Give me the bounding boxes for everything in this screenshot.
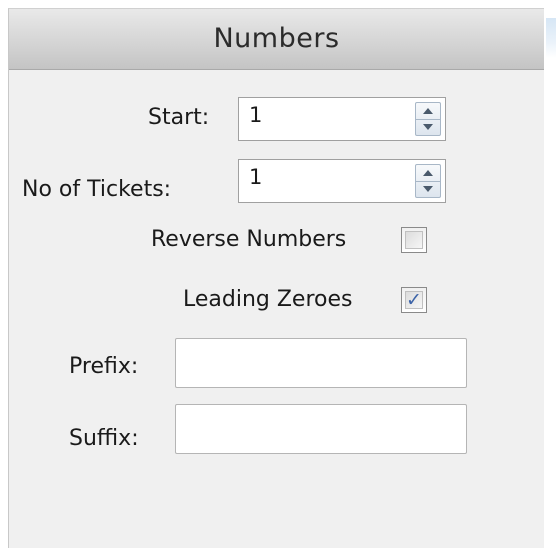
- prefix-input[interactable]: [175, 338, 467, 388]
- reverse-numbers-checkbox[interactable]: [401, 227, 427, 253]
- leading-zeroes-label: Leading Zeroes: [183, 287, 353, 312]
- window-edge-highlight: [546, 18, 556, 58]
- suffix-input[interactable]: [175, 404, 467, 454]
- spin-down-icon[interactable]: [423, 124, 433, 130]
- start-spinbox[interactable]: 1: [238, 97, 446, 141]
- start-spin-buttons[interactable]: [415, 102, 441, 136]
- no-of-tickets-spin-buttons[interactable]: [415, 164, 441, 198]
- spin-up-icon[interactable]: [423, 108, 433, 114]
- leading-zeroes-checkbox[interactable]: ✓: [401, 287, 427, 313]
- numbers-panel: Numbers Start: 1 No of Tickets: 1 Revers…: [8, 8, 544, 548]
- spin-divider: [416, 181, 440, 182]
- no-of-tickets-spinbox[interactable]: 1: [238, 159, 446, 203]
- check-icon: ✓: [406, 289, 422, 311]
- no-of-tickets-value: 1: [249, 165, 263, 189]
- reverse-numbers-label: Reverse Numbers: [151, 227, 347, 252]
- prefix-label: Prefix:: [69, 354, 139, 379]
- start-value: 1: [249, 103, 263, 127]
- suffix-label: Suffix:: [69, 426, 139, 451]
- spin-down-icon[interactable]: [423, 186, 433, 192]
- panel-title: Numbers: [9, 9, 544, 70]
- spin-up-icon[interactable]: [423, 170, 433, 176]
- spin-divider: [416, 119, 440, 120]
- checkbox-inner: [405, 231, 423, 249]
- no-of-tickets-label: No of Tickets:: [22, 177, 172, 202]
- start-label: Start:: [148, 105, 210, 130]
